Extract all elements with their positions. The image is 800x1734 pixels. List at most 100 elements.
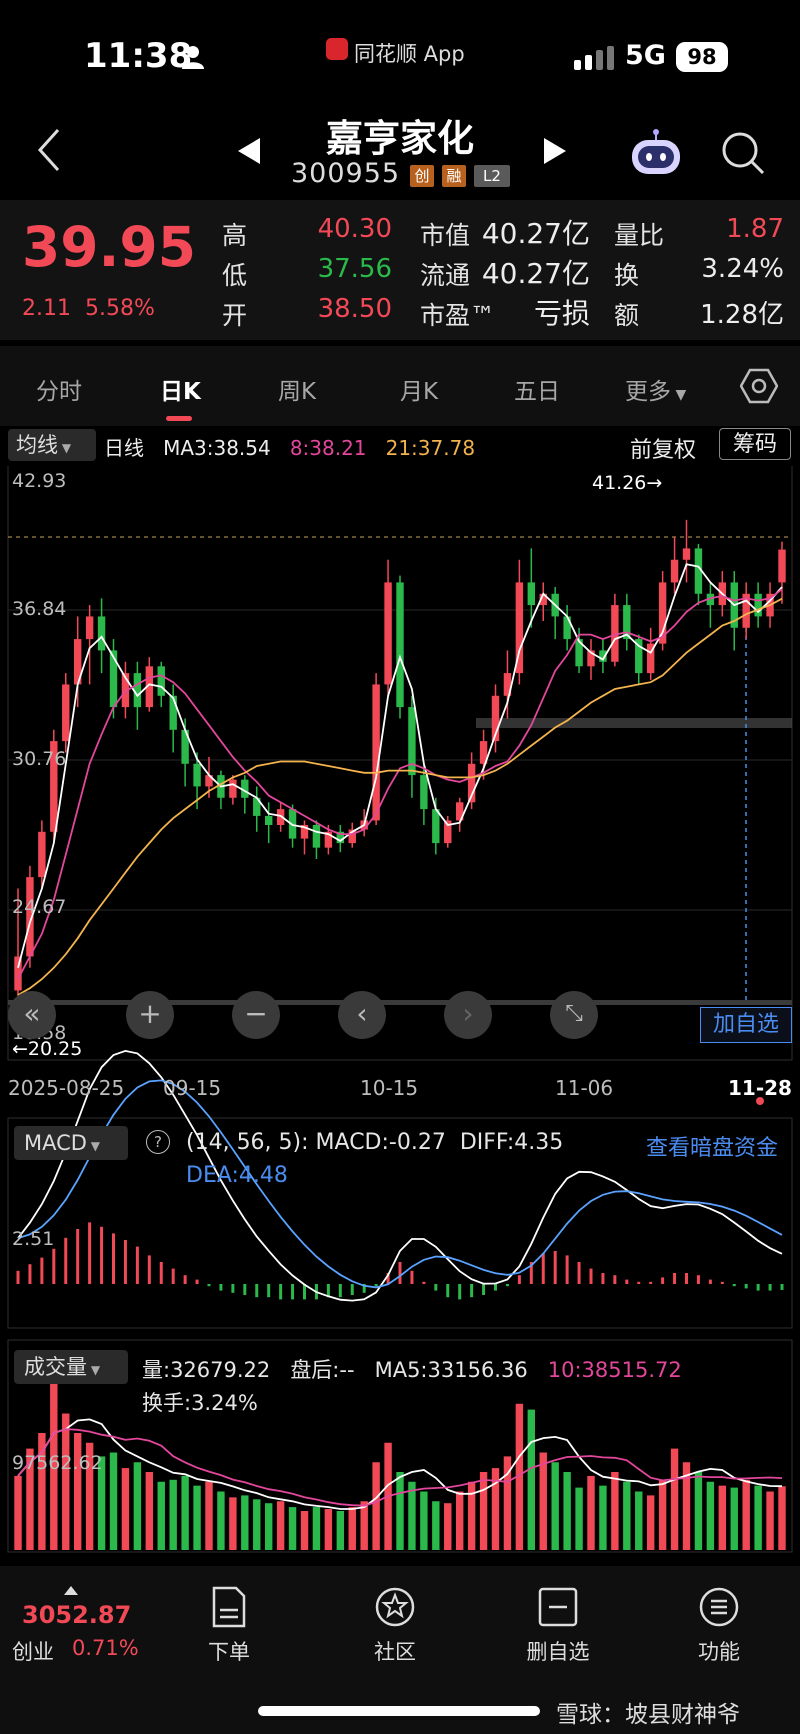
remove-watchlist-icon[interactable] xyxy=(537,1586,579,1628)
y-label-1: 42.93 xyxy=(12,470,67,492)
volume-bar xyxy=(479,1472,488,1550)
volume-bar xyxy=(730,1487,738,1550)
dropdown-icon: ▼ xyxy=(671,387,687,403)
label-turnover: 换 xyxy=(614,261,640,290)
label-volume-ratio: 量比 xyxy=(614,221,665,250)
help-icon[interactable]: ? xyxy=(146,1130,170,1154)
volume-selector-label: 成交量 xyxy=(24,1355,87,1379)
nav-community[interactable]: 社区 xyxy=(360,1636,430,1666)
y-label-2: 36.84 xyxy=(12,598,67,620)
previous-stock-icon[interactable] xyxy=(236,136,262,166)
volume-bar xyxy=(455,1491,464,1550)
expand-up-icon[interactable] xyxy=(64,1586,78,1595)
candle-body xyxy=(157,666,165,696)
volume-bar xyxy=(336,1511,345,1550)
search-icon[interactable] xyxy=(720,130,766,176)
x-label-4: 11-06 xyxy=(555,1076,614,1100)
add-to-watchlist-button[interactable]: 加自选 xyxy=(700,1007,792,1043)
app-name: 同花顺 App xyxy=(354,42,465,66)
tab-five-day[interactable]: 五日 xyxy=(514,372,560,406)
volume-bar xyxy=(62,1413,70,1550)
macd-legend: (14, 56, 5): MACD:-0.27 DIFF:4.35 xyxy=(186,1130,563,1155)
community-icon[interactable] xyxy=(374,1586,416,1628)
volume-bar xyxy=(670,1448,679,1550)
jump-start-button[interactable]: « xyxy=(8,991,56,1039)
index-value[interactable]: 3052.87 xyxy=(22,1601,131,1629)
candle-body xyxy=(396,582,404,708)
nav-remove-watchlist[interactable]: 删自选 xyxy=(516,1636,600,1666)
candle-body xyxy=(133,673,142,708)
y-label-4: 24.67 xyxy=(12,896,67,918)
volume-value: 量:32679.22 xyxy=(142,1358,271,1382)
menu-icon[interactable] xyxy=(698,1586,740,1628)
tag-rong: 融 xyxy=(442,165,466,187)
candle-body xyxy=(384,582,392,685)
volume-bar xyxy=(264,1503,273,1550)
volume-bar xyxy=(778,1486,786,1550)
x-label-1: 2025-08-25 xyxy=(8,1076,125,1100)
label-float-cap: 流通 xyxy=(420,261,471,290)
order-icon[interactable] xyxy=(210,1586,248,1628)
nav-functions[interactable]: 功能 xyxy=(684,1636,754,1666)
volume-bar xyxy=(121,1468,130,1550)
signal-icon xyxy=(574,46,614,70)
label-low: 低 xyxy=(222,261,248,290)
tab-intraday[interactable]: 分时 xyxy=(36,372,82,406)
volume-bar xyxy=(587,1475,595,1550)
scroll-left-button[interactable]: ‹ xyxy=(338,991,386,1039)
volume-bar xyxy=(754,1485,762,1550)
nav-order[interactable]: 下单 xyxy=(194,1636,264,1666)
tab-monthly-k[interactable]: 月K xyxy=(400,372,438,406)
volume-bar xyxy=(420,1491,428,1550)
tab-weekly-k[interactable]: 周K xyxy=(278,372,316,406)
low-marker: ←20.25 xyxy=(12,1038,83,1060)
dea-line xyxy=(17,1079,783,1289)
zoom-in-button[interactable]: + xyxy=(126,991,174,1039)
zoom-out-button[interactable]: − xyxy=(232,991,280,1039)
candle-body xyxy=(670,559,679,583)
candle-body xyxy=(682,548,691,560)
next-stock-icon[interactable] xyxy=(542,136,568,166)
candle-body xyxy=(527,582,536,606)
ma-selector[interactable]: 均线 ▼ xyxy=(8,429,96,461)
macd-selector-label: MACD xyxy=(24,1131,87,1155)
volume-bar xyxy=(646,1495,655,1550)
volume-bar xyxy=(109,1452,118,1550)
change-amount: 2.11 xyxy=(22,296,71,321)
ai-assistant-icon[interactable] xyxy=(628,128,684,178)
fullscreen-button[interactable]: ⤡ xyxy=(550,991,598,1039)
volume-bar xyxy=(527,1409,536,1550)
stock-code: 300955 xyxy=(291,158,401,189)
tab-more-label: 更多 xyxy=(625,379,671,405)
volume-legend: 量:32679.22 盘后:-- MA5:33156.36 10:38515.7… xyxy=(142,1354,682,1384)
active-tab-indicator xyxy=(166,416,192,421)
scroll-right-button[interactable]: › xyxy=(444,991,492,1039)
volume-ma5: MA5:33156.36 xyxy=(374,1358,528,1382)
volume-bar xyxy=(563,1472,571,1550)
home-indicator[interactable] xyxy=(258,1706,540,1716)
volume-bar xyxy=(658,1479,667,1550)
chips-button[interactable]: 筹码 xyxy=(719,428,791,460)
back-icon[interactable] xyxy=(34,128,64,172)
tab-more[interactable]: 更多 ▼ xyxy=(625,372,686,406)
after-hours-value: 盘后:-- xyxy=(290,1358,355,1382)
adjust-mode[interactable]: 前复权 xyxy=(630,432,696,464)
volume-bar xyxy=(14,1475,22,1550)
volume-bar xyxy=(599,1485,607,1550)
volume-selector[interactable]: 成交量 ▼ xyxy=(14,1350,128,1384)
label-high: 高 xyxy=(222,221,248,250)
ma8-value: 8:38.21 xyxy=(289,436,367,460)
dark-pool-link[interactable]: 查看暗盘资金 xyxy=(646,1130,778,1162)
index-name: 创业 xyxy=(12,1640,54,1664)
volume-bar xyxy=(551,1462,559,1550)
tab-daily-k[interactable]: 日K xyxy=(160,372,201,406)
label-amount: 额 xyxy=(614,301,640,330)
volume-bar xyxy=(205,1481,213,1550)
macd-selector[interactable]: MACD ▼ xyxy=(14,1126,128,1160)
candle-body xyxy=(432,809,440,844)
volume-bar xyxy=(217,1491,225,1550)
settings-hexagon-icon[interactable] xyxy=(740,368,778,404)
kline-chart[interactable] xyxy=(0,466,800,1566)
volume-bar xyxy=(444,1503,452,1550)
label-market-cap: 市值 xyxy=(420,221,471,250)
